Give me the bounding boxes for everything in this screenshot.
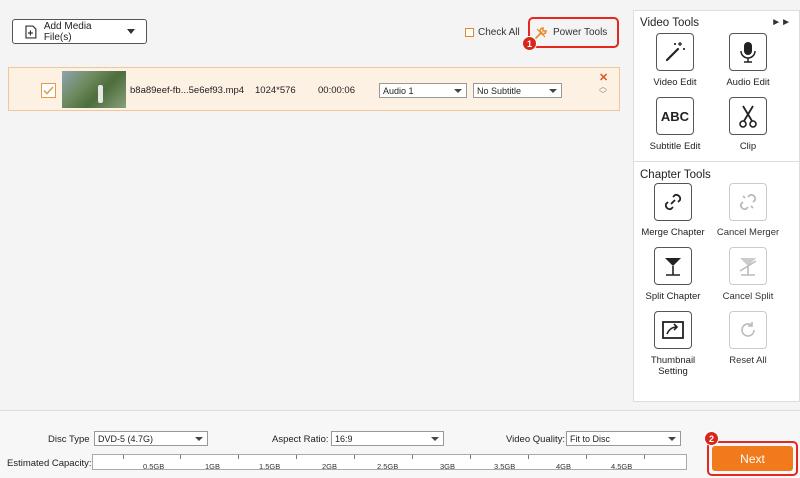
check-all-toggle[interactable]: Check All — [465, 27, 520, 38]
checkmark-icon — [43, 86, 54, 95]
add-media-label: Add Media File(s) — [43, 20, 92, 43]
collapse-panel-icon[interactable]: ►► — [771, 17, 791, 28]
chapter-tools-title: Chapter Tools — [640, 169, 711, 181]
scissors-icon — [729, 97, 767, 135]
media-resolution: 1024*576 — [255, 85, 296, 96]
chevron-down-icon — [668, 437, 676, 441]
video-quality-value: Fit to Disc — [570, 433, 611, 444]
disc-type-select[interactable]: DVD-5 (4.7G) — [94, 431, 208, 446]
capacity-tick: 1.5GB — [259, 462, 281, 471]
chevron-down-icon[interactable] — [127, 29, 135, 34]
video-thumbnail — [62, 71, 126, 108]
abc-icon-text: ABC — [660, 108, 690, 124]
bottom-settings-bar: Disc Type DVD-5 (4.7G) Aspect Ratio: 16:… — [0, 410, 800, 478]
tools-panel: Video Tools ►► Video Edit Audio Edit ABC… — [633, 10, 800, 402]
check-all-checkbox[interactable] — [465, 28, 474, 37]
capacity-tick: 2GB — [322, 462, 338, 471]
capacity-tick: 3GB — [440, 462, 456, 471]
media-list-area: Add Media File(s) Check All Power Tools … — [0, 0, 630, 410]
cancel-split-tool: Cancel Split — [713, 247, 783, 302]
merge-chapter-label: Merge Chapter — [641, 227, 705, 238]
capacity-bar: 0.5GB 1GB 1.5GB 2GB 2.5GB 3GB 3.5GB 4GB … — [92, 454, 687, 471]
magic-wand-icon — [656, 33, 694, 71]
step-badge-2: 2 — [704, 431, 719, 446]
audio-track-select[interactable]: Audio 1 — [379, 83, 467, 98]
cancel-merger-label: Cancel Merger — [716, 227, 780, 238]
estimated-capacity-label: Estimated Capacity: — [7, 458, 92, 469]
subtitle-edit-label: Subtitle Edit — [649, 141, 701, 152]
add-file-icon — [25, 24, 37, 39]
audio-track-value: Audio 1 — [383, 85, 414, 96]
next-button-highlight: Next — [707, 441, 798, 476]
cancel-split-icon — [729, 247, 767, 285]
video-quality-select[interactable]: Fit to Disc — [566, 431, 681, 446]
step-badge-1: 1 — [522, 36, 537, 51]
aspect-ratio-label: Aspect Ratio: — [272, 434, 329, 445]
aspect-ratio-select[interactable]: 16:9 — [331, 431, 444, 446]
reset-all-label: Reset All — [729, 355, 767, 366]
chevron-down-icon — [195, 437, 203, 441]
clip-label: Clip — [739, 141, 757, 152]
split-chapter-tool[interactable]: Split Chapter — [638, 247, 708, 302]
aspect-ratio-value: 16:9 — [335, 433, 353, 444]
chevron-down-icon — [431, 437, 439, 441]
split-marker-icon — [654, 247, 692, 285]
merge-chapter-tool[interactable]: Merge Chapter — [638, 183, 708, 238]
next-button[interactable]: Next — [712, 446, 793, 471]
subtitle-value: No Subtitle — [477, 85, 522, 96]
media-filename: b8a89eef-fb...5e6ef93.mp4 — [130, 85, 245, 96]
media-duration: 00:00:06 — [318, 85, 355, 96]
disc-type-value: DVD-5 (4.7G) — [98, 433, 154, 444]
reset-icon — [729, 311, 767, 349]
abc-text-icon: ABC — [656, 97, 694, 135]
media-file-row[interactable]: b8a89eef-fb...5e6ef93.mp4 1024*576 00:00… — [8, 67, 620, 111]
video-edit-tool[interactable]: Video Edit — [640, 33, 710, 88]
capacity-tick: 4.5GB — [611, 462, 633, 471]
reorder-arrows-icon[interactable]: ︿ ﹀ — [599, 83, 607, 99]
add-media-button[interactable]: Add Media File(s) — [12, 19, 147, 44]
video-quality-label: Video Quality: — [506, 434, 565, 445]
capacity-tick: 3.5GB — [494, 462, 516, 471]
microphone-icon — [729, 33, 767, 71]
media-row-checkbox[interactable] — [41, 83, 56, 98]
thumbnail-setting-tool[interactable]: Thumbnail Setting — [638, 311, 708, 377]
wrench-icon — [535, 26, 547, 39]
video-edit-label: Video Edit — [653, 77, 697, 88]
thumbnail-icon — [654, 311, 692, 349]
check-all-label: Check All — [478, 27, 520, 38]
reset-all-tool: Reset All — [713, 311, 783, 366]
disc-type-label: Disc Type — [48, 434, 90, 445]
video-tools-title: Video Tools — [640, 17, 700, 29]
thumbnail-setting-label: Thumbnail Setting — [650, 355, 696, 377]
panel-divider — [634, 161, 800, 162]
clip-tool[interactable]: Clip — [713, 97, 783, 152]
power-tools-label: Power Tools — [553, 27, 608, 38]
capacity-tick: 4GB — [556, 462, 572, 471]
link-icon — [654, 183, 692, 221]
subtitle-select[interactable]: No Subtitle — [473, 83, 562, 98]
chevron-down-icon — [454, 89, 462, 93]
cancel-merger-tool: Cancel Merger — [713, 183, 783, 238]
split-chapter-label: Split Chapter — [645, 291, 701, 302]
audio-edit-label: Audio Edit — [726, 77, 770, 88]
cancel-split-label: Cancel Split — [722, 291, 774, 302]
capacity-tick: 0.5GB — [143, 462, 165, 471]
audio-edit-tool[interactable]: Audio Edit — [713, 33, 783, 88]
capacity-tick: 2.5GB — [377, 462, 399, 471]
capacity-tick: 1GB — [205, 462, 221, 471]
power-tools-button[interactable]: Power Tools — [528, 17, 619, 48]
chevron-down-icon — [549, 89, 557, 93]
subtitle-edit-tool[interactable]: ABC Subtitle Edit — [640, 97, 710, 152]
broken-link-icon — [729, 183, 767, 221]
